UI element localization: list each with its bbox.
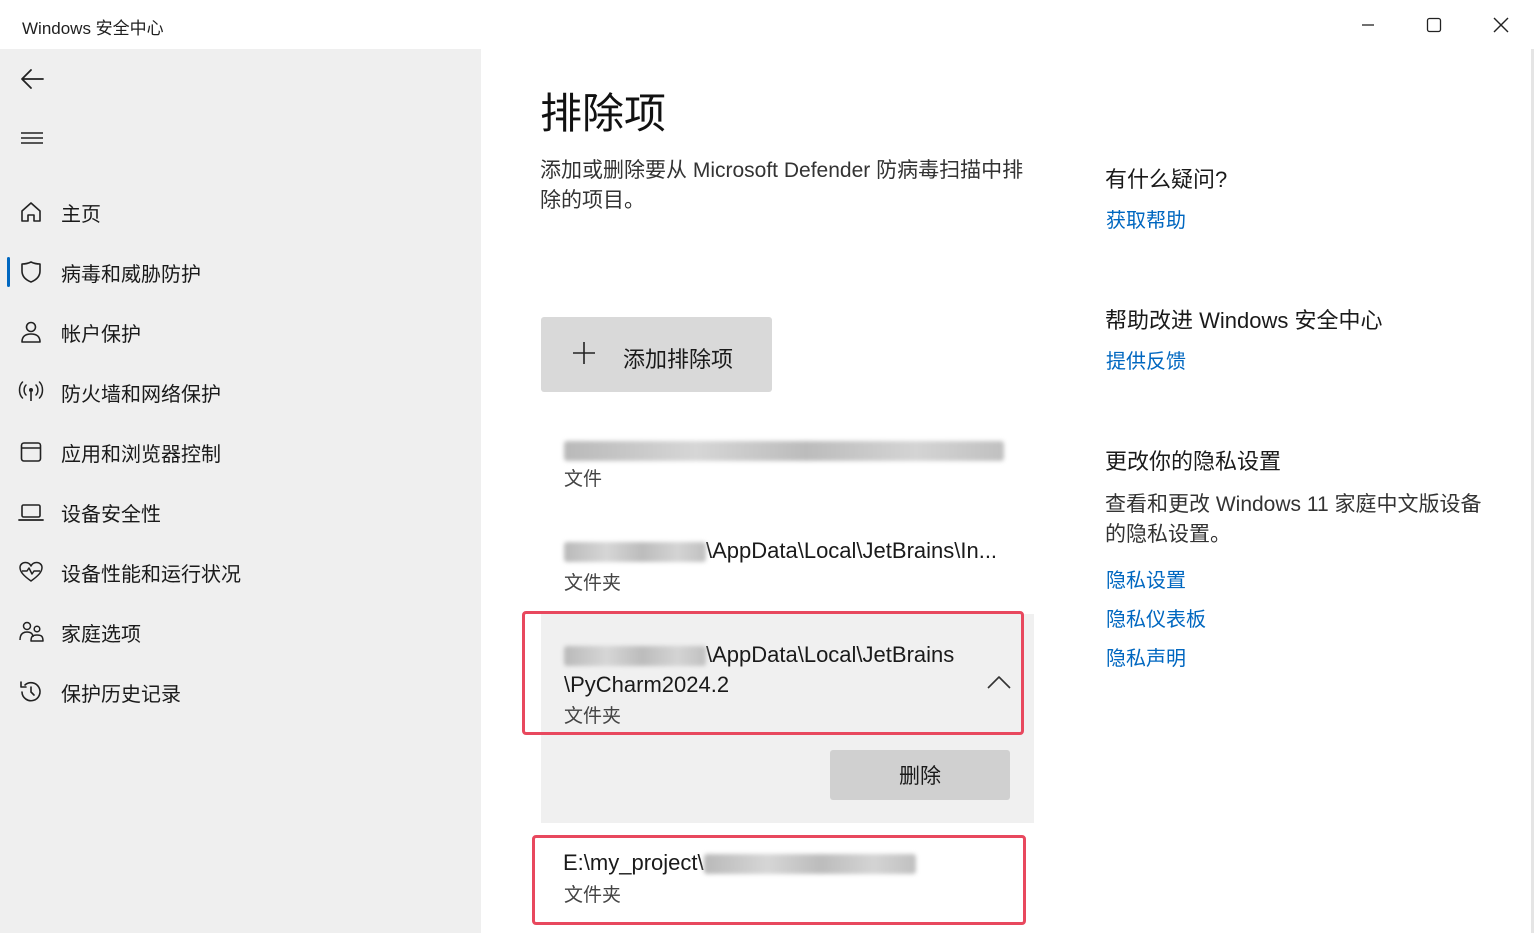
improve-heading: 帮助改进 Windows 安全中心	[1105, 308, 1383, 333]
back-button[interactable]	[8, 55, 56, 103]
exclusion-item-2[interactable]: \AppData\Local\JetBrains\In... 文件夹	[541, 530, 1034, 606]
exclusion-item-1[interactable]: 文件	[541, 425, 1034, 501]
exclusion-type: 文件	[564, 469, 603, 490]
exclusion-type: 文件夹	[564, 573, 622, 594]
privacy-dashboard-link[interactable]: 隐私仪表板	[1106, 603, 1206, 632]
family-icon	[18, 619, 44, 645]
hamburger-icon	[21, 132, 43, 144]
page-description: 添加或删除要从 Microsoft Defender 防病毒扫描中排除的项目。	[540, 159, 1024, 212]
maximize-icon	[1426, 17, 1442, 32]
give-feedback-link[interactable]: 提供反馈	[1106, 345, 1186, 374]
maximize-button[interactable]	[1401, 0, 1467, 49]
sidebar-item-device-security[interactable]: 设备安全性	[0, 487, 481, 537]
sidebar-item-label: 家庭选项	[61, 623, 141, 646]
sidebar-item-label: 病毒和威胁防护	[61, 263, 201, 286]
questions-heading: 有什么疑问?	[1105, 167, 1228, 192]
page-title: 排除项	[540, 90, 667, 137]
sidebar-item-label: 设备性能和运行状况	[61, 563, 241, 586]
laptop-icon	[18, 499, 44, 525]
person-icon	[18, 319, 44, 345]
sidebar-item-home[interactable]: 主页	[0, 187, 481, 237]
wireless-icon	[18, 379, 44, 405]
close-icon	[1493, 17, 1509, 32]
add-exclusion-button[interactable]: 添加排除项	[541, 317, 772, 392]
window-title: Windows 安全中心	[22, 19, 164, 38]
privacy-statement-link[interactable]: 隐私声明	[1106, 642, 1186, 671]
sidebar-item-virus-protection[interactable]: 病毒和威胁防护	[0, 247, 481, 297]
back-arrow-icon	[21, 69, 44, 89]
privacy-description: 查看和更改 Windows 11 家庭中文版设备的隐私设置。	[1105, 493, 1482, 546]
privacy-heading: 更改你的隐私设置	[1105, 449, 1282, 474]
plus-icon	[573, 342, 595, 364]
redacted-path	[564, 542, 706, 563]
sidebar-item-label: 主页	[61, 203, 101, 226]
exclusion-path: \AppData\Local\JetBrains\In...	[564, 538, 997, 564]
highlight-box	[532, 835, 1026, 925]
sidebar-item-protection-history[interactable]: 保护历史记录	[0, 667, 481, 717]
title-bar: Windows 安全中心	[0, 0, 1534, 49]
shield-icon	[18, 259, 44, 285]
sidebar-item-label: 应用和浏览器控制	[61, 443, 221, 466]
app-window-icon	[18, 439, 44, 465]
exclusion-path	[564, 437, 1004, 463]
add-exclusion-label: 添加排除项	[623, 347, 734, 372]
sidebar-item-label: 防火墙和网络保护	[61, 383, 221, 406]
heart-pulse-icon	[18, 559, 44, 585]
minimize-icon	[1362, 23, 1374, 26]
minimize-button[interactable]	[1335, 0, 1401, 49]
sidebar-item-family-options[interactable]: 家庭选项	[0, 607, 481, 657]
home-icon	[18, 199, 44, 225]
sidebar-item-label: 帐户保护	[61, 323, 141, 346]
privacy-settings-link[interactable]: 隐私设置	[1106, 564, 1186, 593]
sidebar-item-label: 设备安全性	[61, 503, 161, 526]
get-help-link[interactable]: 获取帮助	[1106, 204, 1186, 233]
sidebar-item-app-browser-control[interactable]: 应用和浏览器控制	[0, 427, 481, 477]
sidebar-item-account-protection[interactable]: 帐户保护	[0, 307, 481, 357]
redacted-path	[564, 441, 1004, 462]
history-icon	[18, 679, 44, 705]
highlight-box	[522, 611, 1024, 735]
sidebar-item-device-performance[interactable]: 设备性能和运行状况	[0, 547, 481, 597]
delete-button[interactable]: 删除	[830, 750, 1010, 800]
close-button[interactable]	[1468, 0, 1534, 49]
sidebar-item-firewall[interactable]: 防火墙和网络保护	[0, 367, 481, 417]
sidebar-item-label: 保护历史记录	[61, 683, 181, 706]
menu-button[interactable]	[8, 114, 56, 162]
